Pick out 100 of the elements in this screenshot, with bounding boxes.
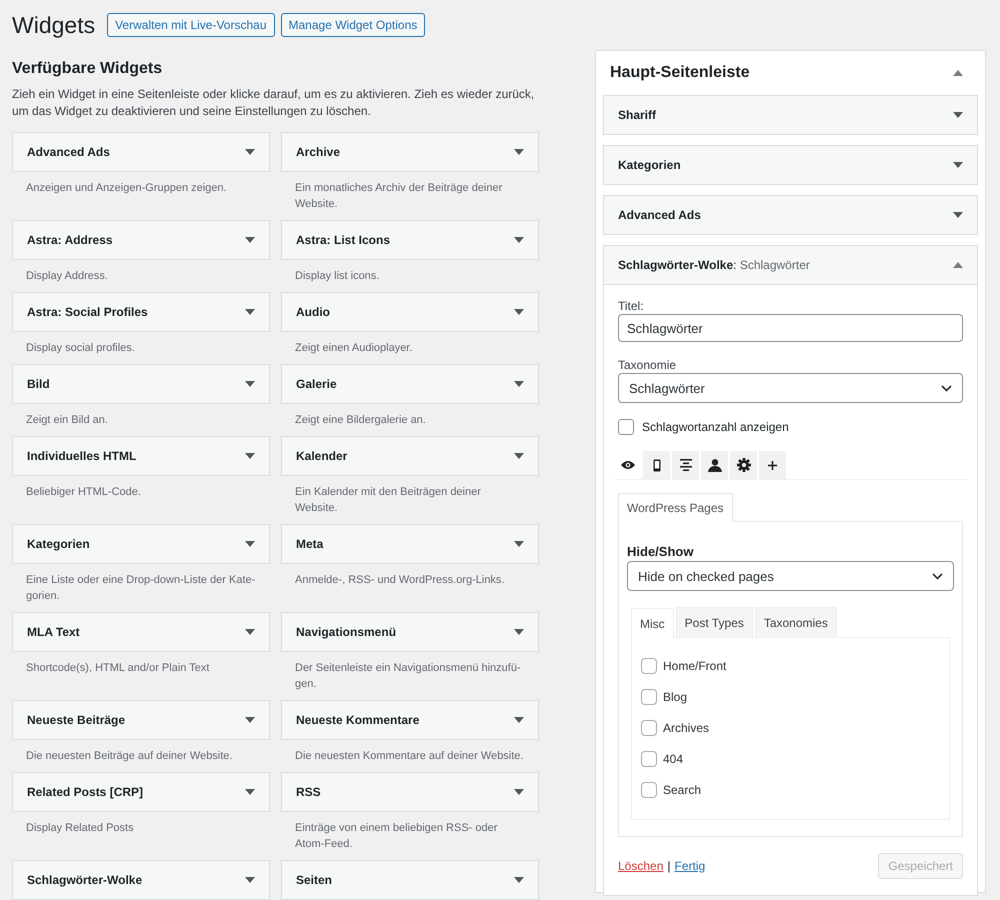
expand-arrow-icon[interactable] bbox=[514, 381, 524, 387]
link-separator: | bbox=[667, 859, 670, 873]
widget-description: Zeigt einen Audioplayer. bbox=[295, 342, 412, 354]
widget-card[interactable]: Individuelles HTML bbox=[12, 436, 270, 476]
icon-tab[interactable] bbox=[730, 451, 757, 479]
widget-card[interactable]: Astra: Address bbox=[12, 220, 270, 260]
widget-description: Anzeigen und Anzeigen-Gruppen zeigen. bbox=[26, 182, 227, 194]
delete-link[interactable]: Löschen bbox=[618, 859, 664, 873]
intro-text: Zieh ein Widget in eine Seitenleiste oder klicke darauf, um es zu aktivieren. Zieh es wieder zurück, um das Widget zu deaktivieren und seine Einstellungen zu löschen. bbox=[12, 86, 536, 120]
widget-card[interactable]: Neueste Kommentare bbox=[281, 700, 539, 740]
widget-card[interactable]: Seiten bbox=[281, 860, 539, 900]
expand-arrow-icon[interactable] bbox=[245, 629, 255, 635]
expand-arrow-icon[interactable] bbox=[514, 877, 524, 883]
page-title: Widgets bbox=[12, 12, 96, 38]
widget-card[interactable]: Astra: List Icons bbox=[281, 220, 539, 260]
expand-arrow-icon[interactable] bbox=[514, 541, 524, 547]
expand-arrow-icon[interactable] bbox=[245, 717, 255, 723]
collapse-arrow-icon[interactable] bbox=[953, 262, 963, 268]
page-action-button[interactable]: Verwalten mit Live-Vorschau bbox=[107, 13, 274, 37]
widget-card[interactable]: Schlagwörter-Wolke bbox=[12, 860, 270, 900]
title-input[interactable]: Schlagwörter bbox=[618, 314, 963, 342]
expand-arrow-icon[interactable] bbox=[245, 453, 255, 459]
done-link[interactable]: Fertig bbox=[674, 859, 706, 873]
sidebar-widget[interactable]: Shariff bbox=[603, 95, 978, 135]
widget-title: Schlagwörter-Wolke: Schlagwörter bbox=[618, 258, 810, 272]
widget-card[interactable]: Kalender bbox=[281, 436, 539, 476]
widget-card[interactable]: Audio bbox=[281, 292, 539, 332]
icon-tab[interactable] bbox=[759, 451, 786, 479]
tab[interactable]: WordPress Pages bbox=[618, 493, 732, 522]
tab[interactable]: Misc bbox=[631, 608, 674, 638]
checkbox[interactable] bbox=[641, 782, 657, 798]
visibility-select[interactable]: Hide on checked pages bbox=[627, 561, 954, 591]
widget-description: Display list icons. bbox=[295, 270, 380, 282]
chevron-down-icon bbox=[932, 572, 943, 580]
checkbox[interactable] bbox=[641, 658, 657, 674]
widget-card[interactable]: Archive bbox=[281, 132, 539, 172]
expand-arrow-icon[interactable] bbox=[245, 149, 255, 155]
tab[interactable]: Taxonomies bbox=[754, 607, 837, 637]
widget-description: Ein monatliches Archiv der Beiträge deiner Website. bbox=[295, 182, 502, 210]
sidebar-title: Haupt-Seitenleiste bbox=[610, 64, 750, 82]
expand-arrow-icon[interactable] bbox=[514, 149, 524, 155]
chevron-down-icon bbox=[941, 384, 952, 392]
taxonomy-select[interactable]: Schlagwörter bbox=[618, 373, 963, 403]
field-label: Titel: bbox=[618, 299, 645, 313]
field-label: Taxonomie bbox=[618, 358, 678, 372]
page-action-button[interactable]: Manage Widget Options bbox=[280, 13, 426, 37]
checkbox-label: Blog bbox=[663, 690, 688, 704]
widget-title: Shariff bbox=[618, 108, 656, 122]
widget-description: Display Address. bbox=[26, 270, 108, 282]
expand-arrow-icon[interactable] bbox=[953, 112, 963, 118]
eye-icon bbox=[620, 460, 634, 470]
widget-description: Der Seitenleiste ein Navigationsmenü hinzufü-gen. bbox=[295, 662, 521, 690]
widget-card[interactable]: Astra: Social Profiles bbox=[12, 292, 270, 332]
expand-arrow-icon[interactable] bbox=[514, 789, 524, 795]
widget-card[interactable]: Galerie bbox=[281, 364, 539, 404]
widget-card[interactable]: Neueste Beiträge bbox=[12, 700, 270, 740]
expand-arrow-icon[interactable] bbox=[245, 877, 255, 883]
widget-description: Die neuesten Kommentare auf deiner Website. bbox=[295, 750, 524, 762]
checkbox[interactable] bbox=[618, 419, 634, 435]
widget-description: Display Related Posts bbox=[26, 822, 134, 834]
expand-arrow-icon[interactable] bbox=[953, 212, 963, 218]
field-label: Hide/Show bbox=[627, 544, 694, 559]
expand-arrow-icon[interactable] bbox=[953, 162, 963, 168]
widget-card[interactable]: MLA Text bbox=[12, 612, 270, 652]
expand-arrow-icon[interactable] bbox=[514, 453, 524, 459]
widget-card[interactable]: Navigationsmenü bbox=[281, 612, 539, 652]
widget-title: Kategorien bbox=[618, 158, 681, 172]
expand-arrow-icon[interactable] bbox=[245, 237, 255, 243]
widget-description: Einträge von einem beliebigen RSS- oder Atom-Feed. bbox=[295, 822, 498, 850]
expand-arrow-icon[interactable] bbox=[245, 541, 255, 547]
checkbox-label: Search bbox=[663, 782, 702, 796]
checkbox[interactable] bbox=[641, 688, 657, 704]
widget-description: Beliebiger HTML-Code. bbox=[26, 486, 141, 498]
icon-tab[interactable] bbox=[701, 451, 728, 479]
widget-card[interactable]: RSS bbox=[281, 772, 539, 812]
checkbox[interactable] bbox=[641, 720, 657, 736]
icon-tab[interactable] bbox=[672, 451, 699, 479]
widget-card[interactable]: Meta bbox=[281, 524, 539, 564]
widget-card[interactable]: Related Posts [CRP] bbox=[12, 772, 270, 812]
widget-description: Shortcode(s), HTML and/or Plain Text bbox=[26, 662, 210, 674]
widget-card[interactable]: Bild bbox=[12, 364, 270, 404]
widget-title: Advanced Ads bbox=[618, 208, 701, 222]
collapse-arrow-icon[interactable] bbox=[953, 70, 963, 76]
expand-arrow-icon[interactable] bbox=[514, 717, 524, 723]
icon-tab[interactable] bbox=[643, 451, 670, 479]
expand-arrow-icon[interactable] bbox=[514, 237, 524, 243]
widget-card[interactable]: Advanced Ads bbox=[12, 132, 270, 172]
widget-card[interactable]: Kategorien bbox=[12, 524, 270, 564]
expand-arrow-icon[interactable] bbox=[245, 309, 255, 315]
expand-arrow-icon[interactable] bbox=[514, 309, 524, 315]
widget-description: Die neuesten Beiträge auf deiner Website. bbox=[26, 750, 232, 762]
tab[interactable]: Post Types bbox=[676, 607, 753, 637]
expand-arrow-icon[interactable] bbox=[245, 789, 255, 795]
expand-arrow-icon[interactable] bbox=[514, 629, 524, 635]
sidebar-widget[interactable]: Advanced Ads bbox=[603, 195, 978, 235]
checkbox-label: Home/Front bbox=[663, 658, 726, 672]
checkbox[interactable] bbox=[641, 750, 657, 766]
expand-arrow-icon[interactable] bbox=[245, 381, 255, 387]
checkbox-label: 404 bbox=[663, 752, 684, 766]
sidebar-widget[interactable]: Kategorien bbox=[603, 145, 978, 185]
